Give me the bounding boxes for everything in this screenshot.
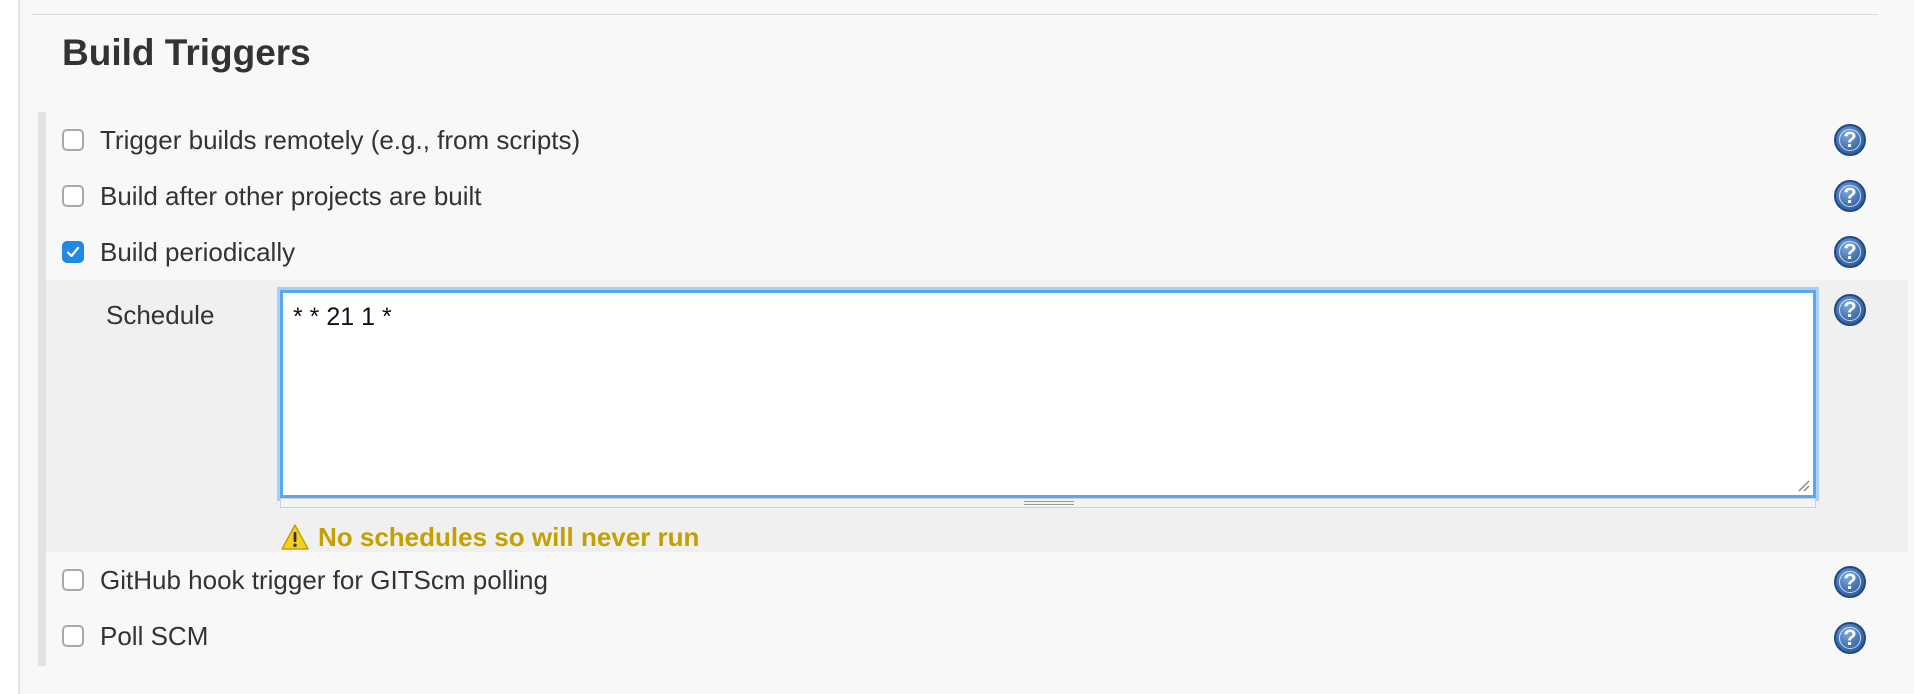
help-icon[interactable]: ? (1834, 294, 1866, 326)
trigger-row-periodically[interactable]: Build periodically (62, 232, 295, 272)
resize-grip-icon[interactable] (1796, 478, 1810, 492)
trigger-row-after-other[interactable]: Build after other projects are built (62, 176, 482, 216)
help-icon[interactable]: ? (1834, 236, 1866, 268)
help-icon[interactable]: ? (1834, 124, 1866, 156)
build-triggers-panel: Build Triggers Trigger builds remotely (… (18, 0, 1914, 694)
trigger-row-remote[interactable]: Trigger builds remotely (e.g., from scri… (62, 120, 580, 160)
schedule-warning: No schedules so will never run (280, 520, 699, 554)
warning-icon (281, 524, 309, 550)
help-icon[interactable]: ? (1834, 180, 1866, 212)
section-divider (32, 14, 1878, 15)
help-icon[interactable]: ? (1834, 566, 1866, 598)
trigger-github-hook-checkbox[interactable] (62, 569, 84, 591)
trigger-row-github-hook[interactable]: GitHub hook trigger for GITScm polling (62, 560, 548, 600)
drag-handle-icon[interactable] (1024, 501, 1074, 505)
schedule-label: Schedule (106, 300, 215, 330)
trigger-poll-scm-checkbox[interactable] (62, 625, 84, 647)
warning-text: No schedules so will never run (318, 521, 700, 552)
help-icon[interactable]: ? (1834, 622, 1866, 654)
trigger-periodically-checkbox[interactable] (62, 241, 84, 263)
section-title: Build Triggers (62, 32, 311, 73)
trigger-row-poll-scm[interactable]: Poll SCM (62, 616, 208, 656)
trigger-after-other-checkbox[interactable] (62, 185, 84, 207)
trigger-poll-scm-label[interactable]: Poll SCM (100, 621, 208, 652)
schedule-block: Schedule No schedules so will never run (46, 280, 1908, 552)
trigger-github-hook-label[interactable]: GitHub hook trigger for GITScm polling (100, 565, 548, 596)
schedule-textarea[interactable] (280, 290, 1816, 498)
trigger-remote-label[interactable]: Trigger builds remotely (e.g., from scri… (100, 125, 580, 156)
schedule-field-wrapper (280, 290, 1816, 508)
checkmark-icon (66, 246, 80, 258)
trigger-group-bar (38, 112, 46, 666)
trigger-periodically-label[interactable]: Build periodically (100, 237, 295, 268)
trigger-remote-checkbox[interactable] (62, 129, 84, 151)
textarea-drag-bar[interactable] (280, 498, 1816, 508)
trigger-after-other-label[interactable]: Build after other projects are built (100, 181, 482, 212)
